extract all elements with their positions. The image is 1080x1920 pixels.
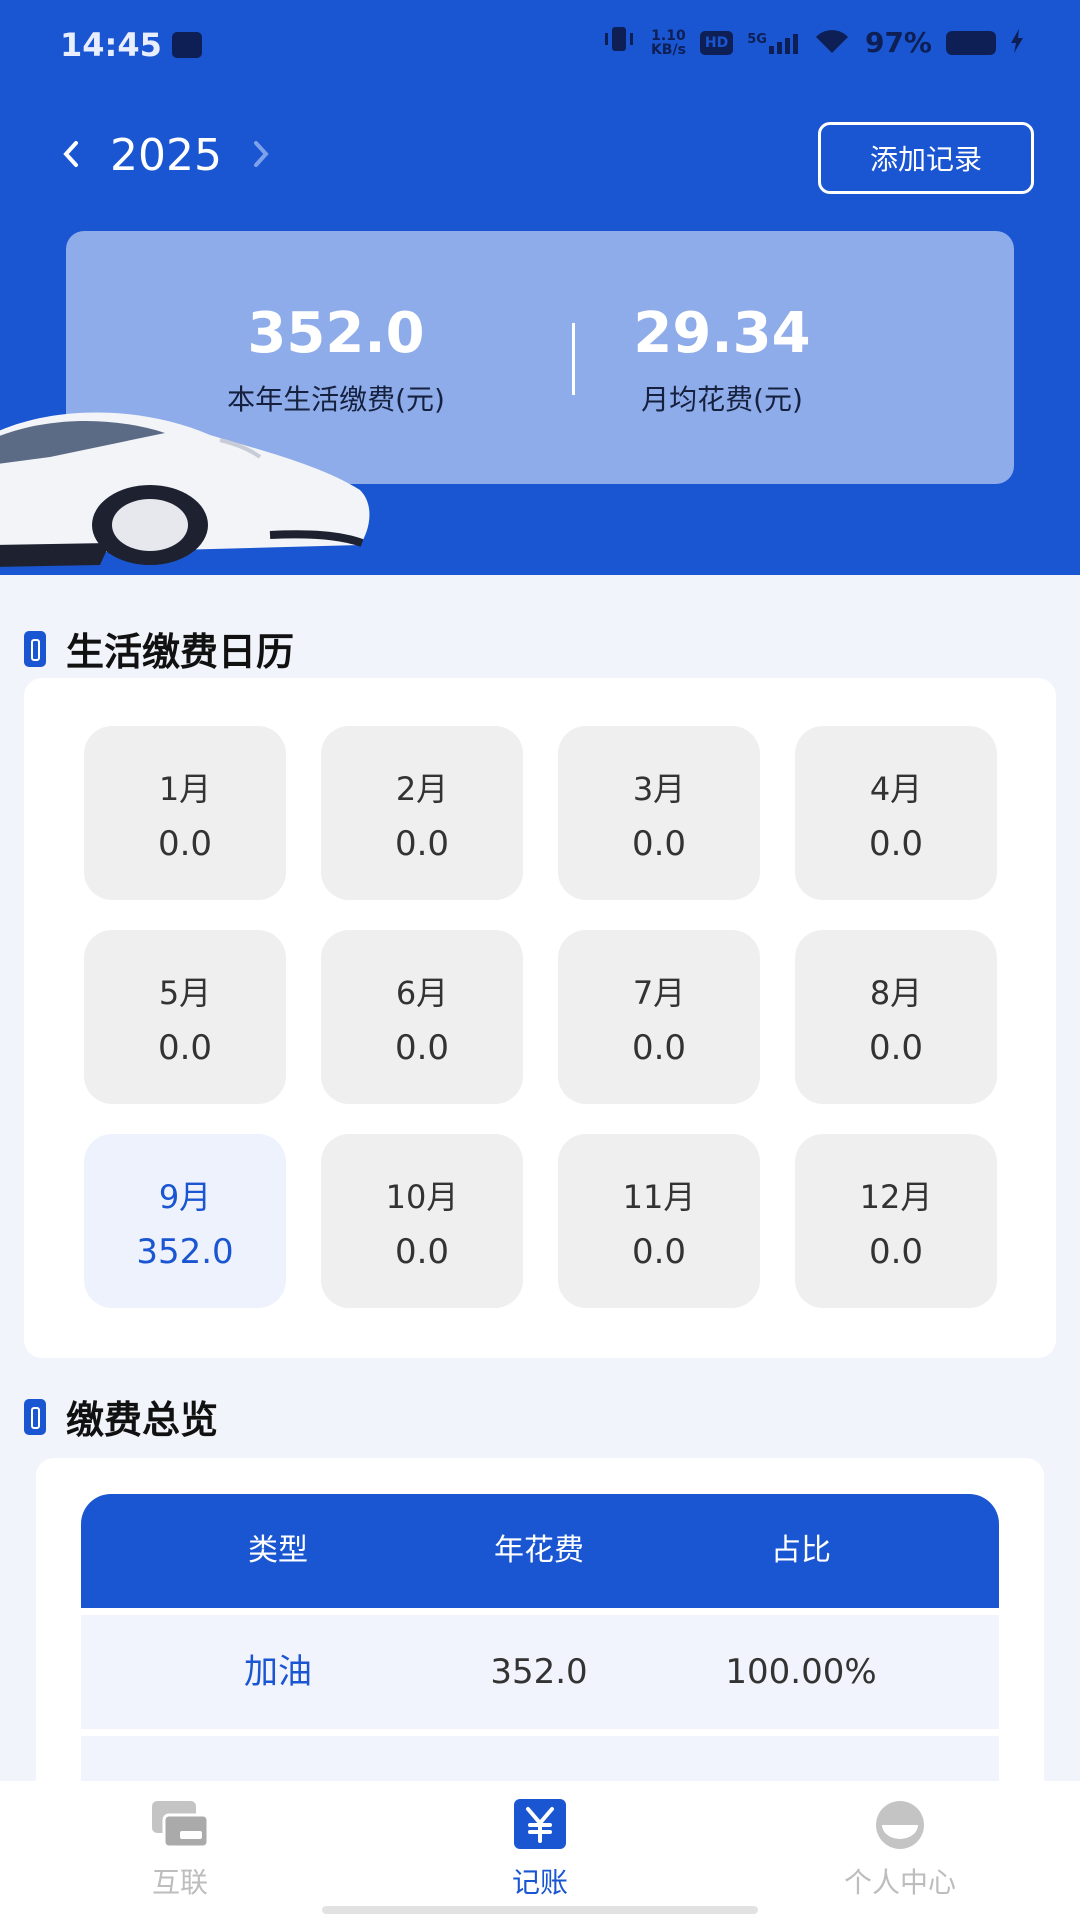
year-label: 2025 — [110, 130, 222, 181]
chevron-left-icon[interactable] — [60, 134, 90, 178]
bottom-tab-bar: 互联 记账 个人中心 — [0, 1781, 1080, 1920]
table-row[interactable]: 加油 352.0 100.00% — [81, 1615, 999, 1729]
column-header-cost: 年花费 — [494, 1533, 584, 1568]
calendar-card: 1月 0.0 2月 0.0 3月 0.0 4月 0.0 5月 0.0 6月 0.… — [24, 678, 1056, 1358]
month-cell[interactable]: 12月 0.0 — [795, 1134, 997, 1308]
tab-connect[interactable]: 互联 — [60, 1781, 300, 1920]
car-illustration — [0, 395, 380, 575]
table-header: 类型 年花费 占比 — [81, 1494, 999, 1608]
month-cell[interactable]: 11月 0.0 — [558, 1134, 760, 1308]
month-cell-selected[interactable]: 9月 352.0 — [84, 1134, 286, 1308]
month-cell[interactable]: 6月 0.0 — [321, 930, 523, 1104]
month-cell[interactable]: 8月 0.0 — [795, 930, 997, 1104]
monthly-value: 29.34 — [633, 301, 811, 366]
monthly-label: 月均花费(元) — [641, 383, 803, 416]
tab-bookkeeping[interactable]: 记账 — [420, 1781, 660, 1920]
row-cost: 352.0 — [490, 1652, 588, 1692]
signal-icon: 5G — [747, 32, 799, 54]
header-banner: 14:45 1.10 KB/s HD 5G 97% 2025 添加记录 352.… — [0, 0, 1080, 575]
month-cell[interactable]: 5月 0.0 — [84, 930, 286, 1104]
month-cell[interactable]: 7月 0.0 — [558, 930, 760, 1104]
hd-icon: HD — [699, 30, 734, 55]
month-cell[interactable]: 10月 0.0 — [321, 1134, 523, 1308]
chevron-right-icon[interactable] — [250, 134, 280, 178]
profile-icon — [870, 1799, 930, 1851]
home-indicator[interactable] — [322, 1906, 758, 1914]
column-header-ratio: 占比 — [771, 1533, 831, 1568]
row-ratio: 100.00% — [725, 1652, 877, 1692]
yuan-icon — [510, 1799, 570, 1851]
section-marker-icon — [24, 1398, 46, 1435]
overview-section-title: 缴费总览 — [24, 1389, 218, 1444]
status-bar: 14:45 1.10 KB/s HD 5G 97% — [0, 0, 1080, 90]
notification-icon — [172, 32, 202, 58]
annual-value: 352.0 — [247, 301, 425, 366]
monthly-summary: 29.34 月均花费(元) — [502, 231, 942, 484]
month-cell[interactable]: 3月 0.0 — [558, 726, 760, 900]
cards-icon — [150, 1799, 210, 1851]
add-record-button[interactable]: 添加记录 — [818, 122, 1034, 194]
month-cell[interactable]: 4月 0.0 — [795, 726, 997, 900]
section-marker-icon — [24, 630, 46, 667]
battery-icon — [946, 30, 996, 55]
vibrate-icon — [601, 24, 637, 61]
charging-icon — [1010, 28, 1024, 57]
row-type: 加油 — [244, 1652, 312, 1692]
calendar-section-title: 生活缴费日历 — [24, 621, 294, 676]
battery-percent: 97% — [864, 26, 932, 59]
wifi-icon — [813, 27, 851, 59]
network-speed: 1.10 KB/s — [650, 27, 686, 58]
status-time: 14:45 — [60, 26, 162, 64]
column-header-type: 类型 — [248, 1533, 308, 1568]
month-cell[interactable]: 2月 0.0 — [321, 726, 523, 900]
year-navigator: 2025 — [60, 130, 280, 181]
month-cell[interactable]: 1月 0.0 — [84, 726, 286, 900]
tab-profile[interactable]: 个人中心 — [780, 1781, 1020, 1920]
